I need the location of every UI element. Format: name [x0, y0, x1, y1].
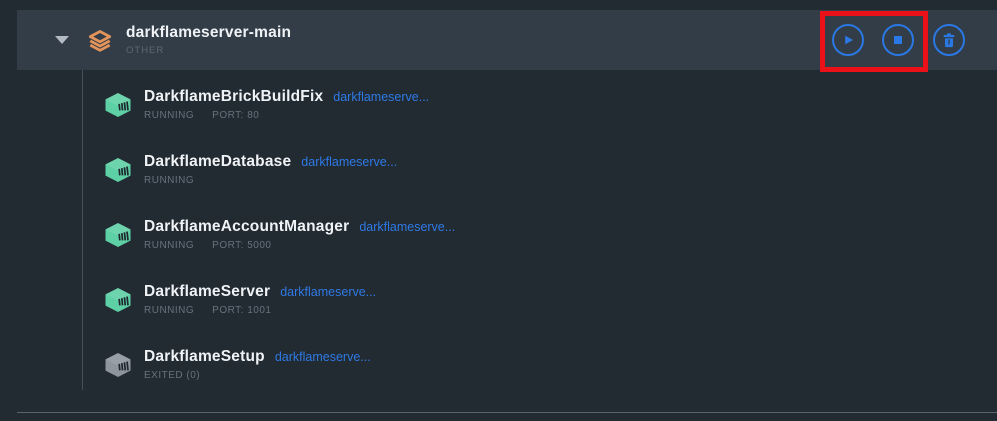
stop-button[interactable]	[882, 24, 914, 56]
container-box-icon	[104, 92, 132, 118]
containers-panel: darkflameserver-main OTHER	[0, 0, 997, 421]
stack-title: darkflameserver-main	[126, 24, 291, 42]
container-image-link[interactable]: darkflameserve...	[280, 285, 376, 299]
container-status: RUNNING	[144, 110, 194, 121]
container-status: RUNNING	[144, 240, 194, 251]
container-name: DarkflameServer	[144, 283, 270, 301]
bottom-divider	[17, 412, 997, 413]
container-name: DarkflameSetup	[144, 348, 265, 366]
container-box-icon	[104, 352, 132, 378]
container-row[interactable]: DarkflameBrickBuildFix darkflameserve...…	[104, 72, 455, 137]
container-status: RUNNING	[144, 175, 194, 186]
stack-titles: darkflameserver-main OTHER	[126, 24, 291, 56]
container-row[interactable]: DarkflameServer darkflameserve... RUNNIN…	[104, 267, 455, 332]
container-name: DarkflameAccountManager	[144, 218, 349, 236]
trash-icon	[941, 32, 957, 48]
container-port: PORT: 1001	[212, 305, 271, 316]
stack-type-label: OTHER	[126, 45, 291, 56]
container-row[interactable]: DarkflameSetup darkflameserve... EXITED …	[104, 332, 455, 397]
layers-stack-icon	[88, 29, 112, 52]
container-box-icon	[104, 287, 132, 313]
delete-button[interactable]	[933, 24, 965, 56]
container-image-link[interactable]: darkflameserve...	[359, 220, 455, 234]
play-icon	[840, 32, 856, 48]
container-name: DarkflameDatabase	[144, 153, 291, 171]
tree-connector-line	[82, 70, 83, 390]
container-box-icon	[104, 222, 132, 248]
container-status: EXITED (0)	[144, 370, 200, 381]
container-status: RUNNING	[144, 305, 194, 316]
caret-down-icon[interactable]	[55, 36, 69, 44]
container-row[interactable]: DarkflameDatabase darkflameserve... RUNN…	[104, 137, 455, 202]
container-list: DarkflameBrickBuildFix darkflameserve...…	[104, 72, 455, 397]
container-port: PORT: 5000	[212, 240, 271, 251]
container-name: DarkflameBrickBuildFix	[144, 88, 323, 106]
stop-square-icon	[890, 32, 906, 48]
container-row[interactable]: DarkflameAccountManager darkflameserve..…	[104, 202, 455, 267]
container-image-link[interactable]: darkflameserve...	[275, 350, 371, 364]
container-box-icon	[104, 157, 132, 183]
container-image-link[interactable]: darkflameserve...	[301, 155, 397, 169]
container-image-link[interactable]: darkflameserve...	[333, 90, 429, 104]
container-port: PORT: 80	[212, 110, 259, 121]
start-button[interactable]	[832, 24, 864, 56]
